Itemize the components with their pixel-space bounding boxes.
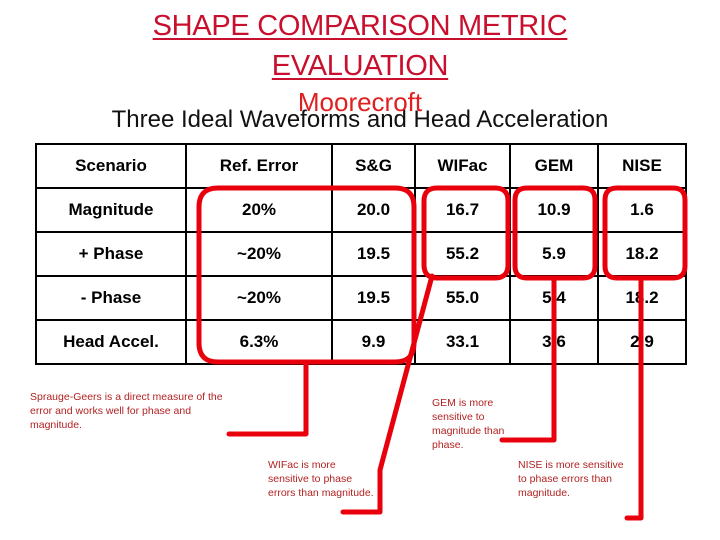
cell-sg: 9.9 xyxy=(331,319,416,365)
cell-scenario: - Phase xyxy=(35,275,187,321)
cell-wifac: 55.2 xyxy=(414,231,511,277)
cell-scenario: Magnitude xyxy=(35,187,187,233)
cell-gem: 10.9 xyxy=(509,187,599,233)
cell-sg: 19.5 xyxy=(331,231,416,277)
page-title-line-2: EVALUATION xyxy=(271,50,449,82)
cell-wifac: 33.1 xyxy=(414,319,511,365)
note-nise: NISE is more sensitive to phase errors t… xyxy=(518,459,624,499)
note-wifac: WIFac is more sensitive to phase errors … xyxy=(268,459,374,499)
cell-nise: 18.2 xyxy=(597,275,687,321)
cell-gem: 5.4 xyxy=(509,275,599,321)
cell-sg: 19.5 xyxy=(331,275,416,321)
cell-ref-error: ~20% xyxy=(185,275,333,321)
cell-ref-error: 6.3% xyxy=(185,319,333,365)
table-row: + Phase ~20% 19.5 55.2 5.9 18.2 xyxy=(35,231,687,277)
note-sg: Sprauge-Geers is a direct measure of the… xyxy=(30,391,223,431)
table-row: Magnitude 20% 20.0 16.7 10.9 1.6 xyxy=(35,187,687,233)
cell-nise: 1.6 xyxy=(597,187,687,233)
leader-sg xyxy=(226,359,309,437)
column-header-scenario: Scenario xyxy=(35,143,187,189)
cell-nise: 18.2 xyxy=(597,231,687,277)
column-header-ref-error: Ref. Error xyxy=(185,143,333,189)
cell-wifac: 16.7 xyxy=(414,187,511,233)
column-header-gem: GEM xyxy=(509,143,599,189)
title-block: SHAPE COMPARISON METRIC EVALUATION Moore… xyxy=(60,6,660,117)
cell-scenario: + Phase xyxy=(35,231,187,277)
page-title-line-1: SHAPE COMPARISON METRIC xyxy=(152,10,568,42)
table-row: - Phase ~20% 19.5 55.0 5.4 18.2 xyxy=(35,275,687,321)
cell-gem: 5.9 xyxy=(509,231,599,277)
cell-ref-error: ~20% xyxy=(185,231,333,277)
column-header-nise: NISE xyxy=(597,143,687,189)
note-gem: GEM is more sensitive to magnitude than … xyxy=(432,397,505,451)
cell-nise: 2.9 xyxy=(597,319,687,365)
cell-ref-error: 20% xyxy=(185,187,333,233)
cell-wifac: 55.0 xyxy=(414,275,511,321)
slide-canvas: SHAPE COMPARISON METRIC EVALUATION Moore… xyxy=(0,0,720,540)
table-header-row: Scenario Ref. Error S&G WIFac GEM NISE xyxy=(35,143,687,189)
column-header-wifac: WIFac xyxy=(414,143,511,189)
author-name: Moorecroft xyxy=(297,87,423,117)
column-header-sg: S&G xyxy=(331,143,416,189)
cell-scenario: Head Accel. xyxy=(35,319,187,365)
cell-gem: 3.6 xyxy=(509,319,599,365)
table-row: Head Accel. 6.3% 9.9 33.1 3.6 2.9 xyxy=(35,319,687,365)
metrics-table: Scenario Ref. Error S&G WIFac GEM NISE M… xyxy=(35,143,687,365)
cell-sg: 20.0 xyxy=(331,187,416,233)
